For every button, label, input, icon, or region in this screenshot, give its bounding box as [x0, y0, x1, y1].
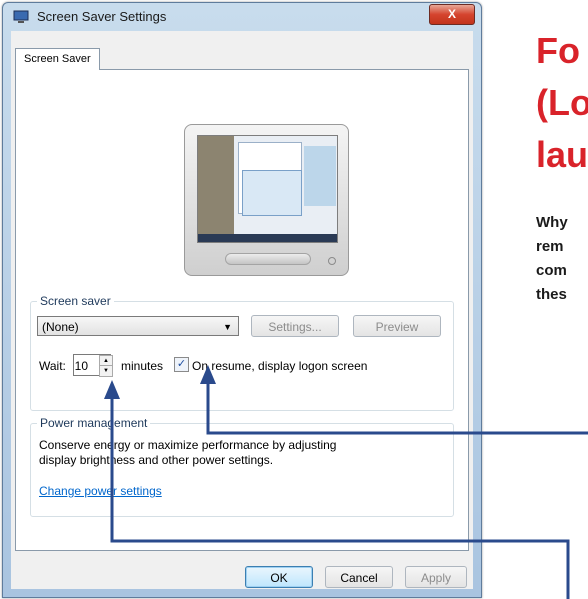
tab-screen-saver[interactable]: Screen Saver — [15, 48, 100, 70]
arrowhead-checkbox-icon — [200, 365, 216, 384]
arrowhead-wait-icon — [104, 380, 120, 399]
arrow-to-checkbox — [206, 383, 588, 435]
callout-arrows — [104, 365, 588, 599]
arrow-to-wait-input — [110, 398, 570, 599]
